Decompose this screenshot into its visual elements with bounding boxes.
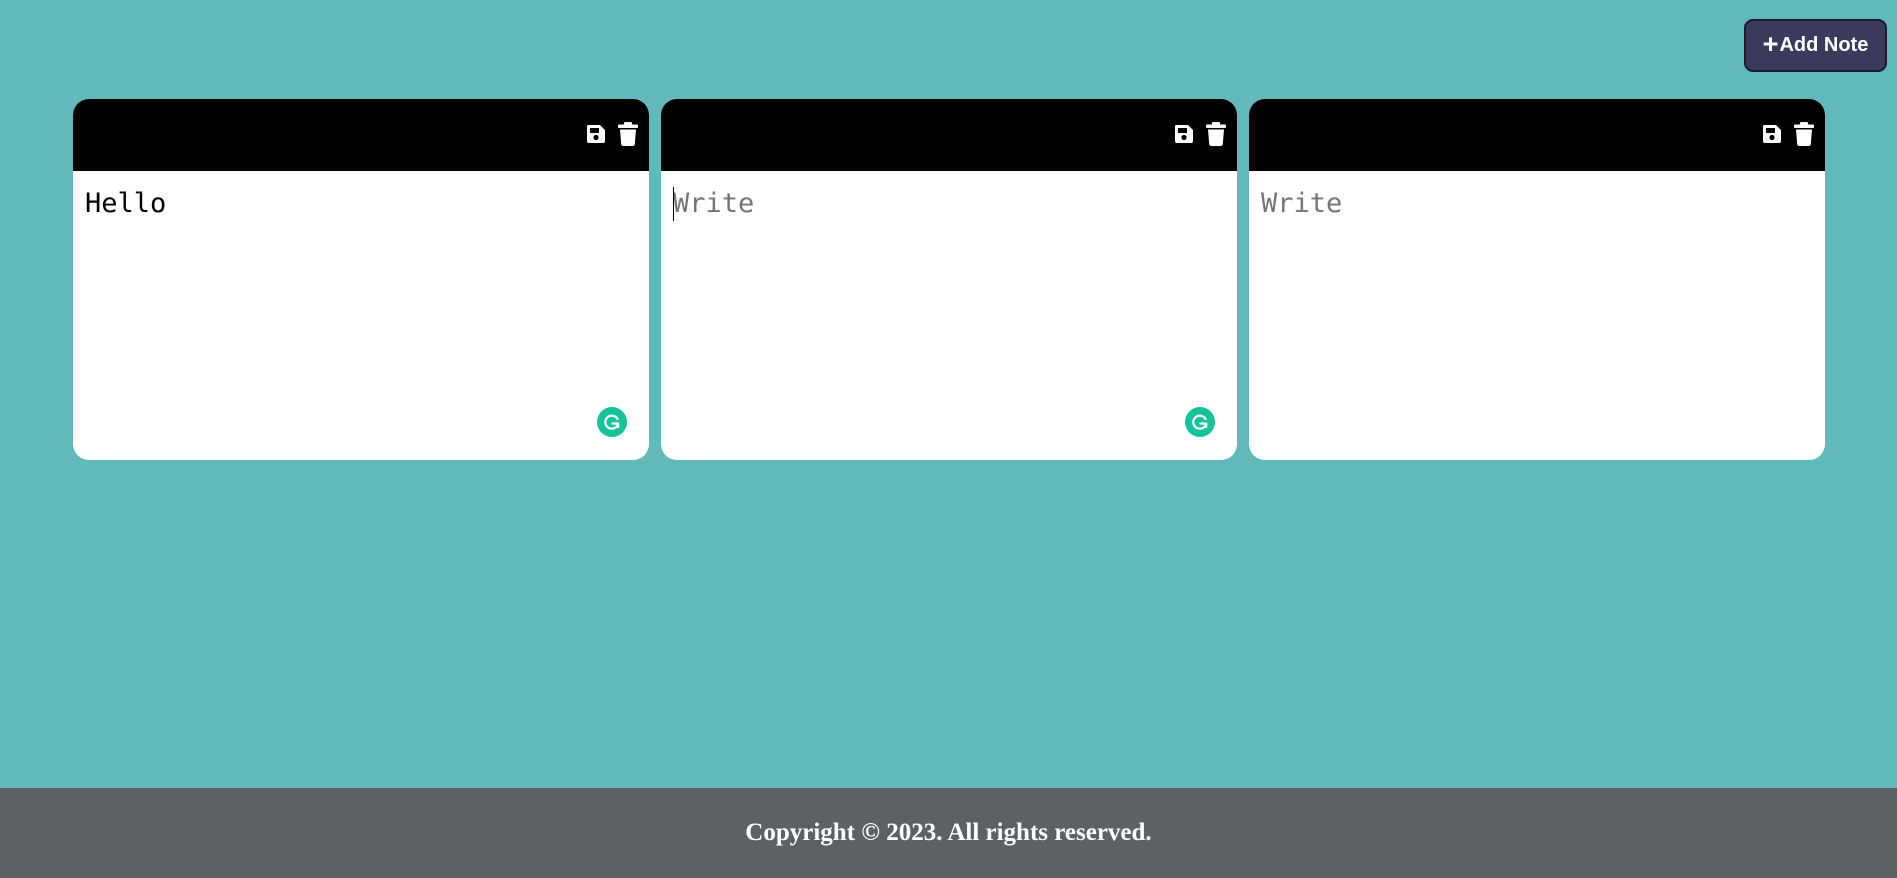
note-header — [73, 99, 649, 171]
note-card — [1249, 99, 1825, 460]
note-textarea[interactable]: Hello — [73, 171, 649, 460]
note-textarea[interactable] — [1249, 171, 1825, 460]
trash-icon[interactable] — [1793, 121, 1815, 147]
save-icon[interactable] — [1173, 121, 1195, 147]
notes-container: Hello — [73, 99, 1825, 460]
save-icon[interactable] — [585, 121, 607, 147]
trash-icon[interactable] — [617, 121, 639, 147]
plus-icon: + — [1762, 28, 1779, 59]
note-card — [661, 99, 1237, 460]
note-header — [1249, 99, 1825, 171]
note-textarea[interactable] — [661, 171, 1237, 460]
trash-icon[interactable] — [1205, 121, 1227, 147]
save-icon[interactable] — [1761, 121, 1783, 147]
grammarly-icon[interactable] — [1185, 407, 1215, 437]
copyright-text: Copyright © 2023. All rights reserved. — [745, 819, 1152, 846]
note-tools — [1761, 121, 1815, 147]
add-note-label: Add Note — [1779, 34, 1869, 56]
grammarly-icon[interactable] — [597, 407, 627, 437]
footer: Copyright © 2023. All rights reserved. — [0, 788, 1897, 878]
note-tools — [585, 121, 639, 147]
note-header — [661, 99, 1237, 171]
text-cursor — [673, 187, 674, 221]
note-tools — [1173, 121, 1227, 147]
note-card: Hello — [73, 99, 649, 460]
add-note-button[interactable]: + Add Note — [1744, 19, 1887, 72]
